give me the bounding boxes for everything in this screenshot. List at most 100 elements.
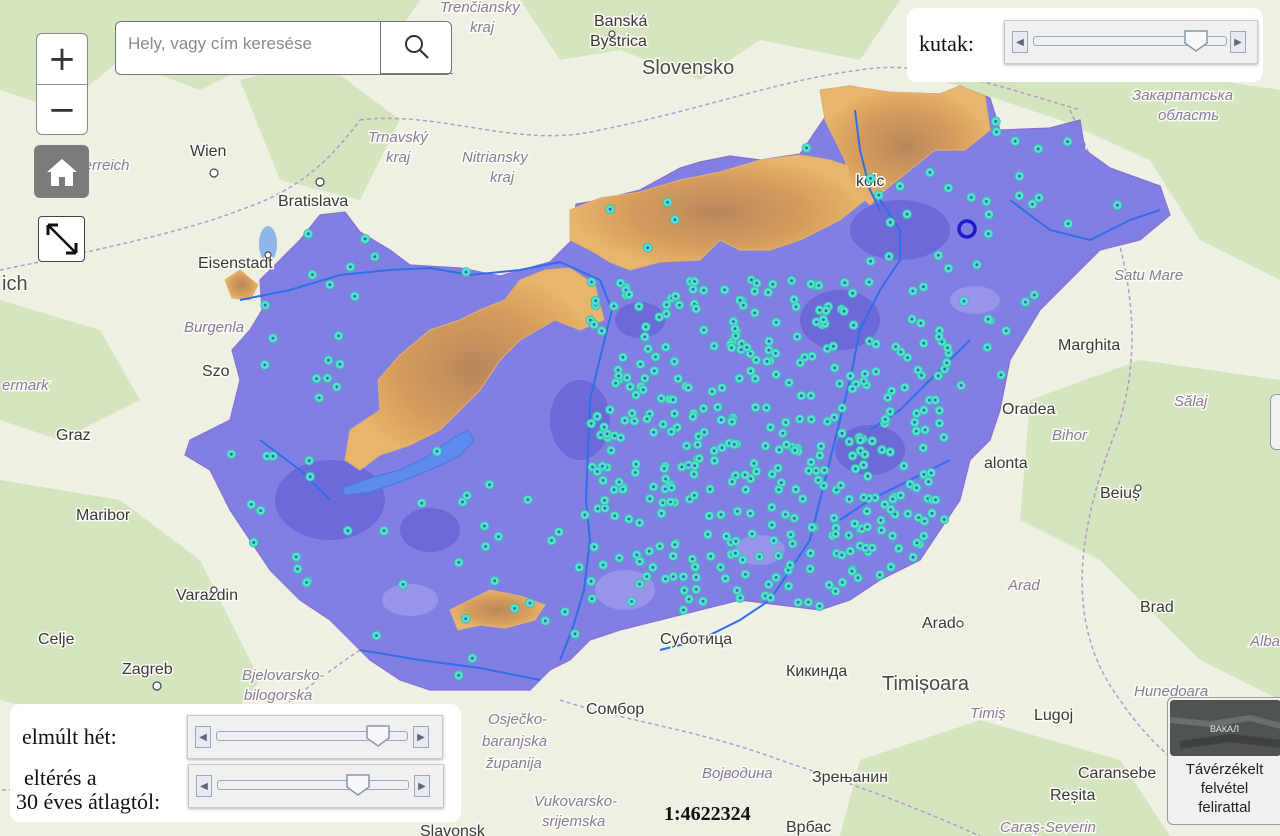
well-marker-center [936,253,940,257]
well-marker-center [863,453,867,456]
well-marker-center [317,396,321,400]
well-marker-center [719,418,723,422]
well-marker-center [573,632,577,636]
well-marker-center [880,448,884,452]
slider-thumb[interactable] [345,773,371,797]
well-marker-center [1024,300,1027,304]
deviation-slider[interactable]: ◀ ▶ [188,764,444,808]
well-marker-center [694,575,698,579]
well-marker-center [595,470,599,473]
well-marker-center [847,497,851,501]
well-marker-center [682,575,685,579]
well-marker-center [923,428,927,432]
well-marker-center [740,342,744,346]
well-marker-center [893,512,897,516]
well-marker-center [603,506,607,510]
well-marker-center [986,317,990,321]
slider-left-arrow-icon[interactable]: ◀ [1012,31,1028,53]
well-marker-center [833,366,836,370]
place-label: Кикинда [786,663,847,680]
zoom-in-button[interactable]: + [37,34,87,84]
slider-right-arrow-icon[interactable]: ▶ [413,726,429,748]
place-label: Trenčiansky [440,0,521,16]
well-marker-center [702,407,705,410]
well-marker-center [671,398,675,402]
slider-thumb[interactable] [1183,29,1209,53]
well-marker-center [784,513,787,516]
well-marker-center [723,288,726,292]
well-marker-center [903,386,907,389]
well-marker-center [947,186,950,190]
last-week-slider[interactable]: ◀ ▶ [187,715,443,759]
well-marker-center [867,280,871,284]
place-label: Vukovarsko- [534,793,617,810]
slider-left-arrow-icon[interactable]: ◀ [196,775,212,797]
well-marker-center [842,309,846,313]
well-marker-center [805,146,808,150]
well-marker-center [594,299,598,303]
well-marker-center [755,281,759,285]
well-marker-center [772,539,776,543]
well-marker-center [661,422,665,426]
slider-right-arrow-icon[interactable]: ▶ [1230,31,1246,53]
well-marker-center [326,376,329,380]
search-button[interactable] [380,21,453,74]
well-marker-center [682,589,686,592]
well-marker-center [616,368,620,372]
slider-left-arrow-icon[interactable]: ◀ [195,726,211,748]
side-panel-tab[interactable] [1270,394,1280,450]
well-marker-center [752,462,756,465]
fullscreen-button[interactable] [38,216,85,262]
well-marker-center [784,421,788,424]
well-marker-center [818,604,821,608]
well-marker-center [637,305,641,308]
well-marker-center [724,577,727,580]
well-marker-center [720,446,724,450]
well-marker-center [608,408,612,412]
search-input[interactable] [126,28,395,60]
well-marker-center [666,200,669,204]
well-marker-center [633,419,636,423]
search-box [115,21,453,75]
well-marker-center [938,329,941,332]
place-label: Slavonsk [420,823,486,836]
well-marker-center [641,388,645,392]
well-marker-center [765,406,768,410]
slider-right-arrow-icon[interactable]: ▶ [414,775,430,797]
well-marker-center [1018,174,1021,178]
well-marker-center [601,479,605,482]
well-marker-center [738,377,741,380]
well-marker-center [749,278,753,282]
well-marker-center [848,549,852,553]
home-button[interactable] [34,145,89,198]
well-marker-center [808,567,812,571]
place-label: kraj [386,149,411,166]
well-marker-center [915,411,918,415]
well-marker-center [851,291,854,295]
slider-thumb[interactable] [365,724,391,748]
deviation-label-line1: eltérés a [24,765,97,790]
well-marker-center [730,346,733,350]
well-marker-center [526,498,530,502]
zoom-out-button[interactable]: − [37,84,87,134]
place-label: Oradea [1002,401,1055,418]
place-label: Arad [922,615,956,632]
well-marker-center [994,120,998,123]
well-marker-center [753,290,757,293]
well-marker-center [296,567,299,571]
well-marker-center [373,255,377,259]
well-marker-center [815,320,818,324]
well-marker-center [550,539,553,542]
well-marker-center [898,184,902,188]
well-marker-center [691,287,695,291]
well-marker-center [648,497,652,501]
place-label: Osječko- [488,711,547,728]
basemap-switch[interactable]: ВАКАЛ Távérzékelt felvétel felirattal [1167,697,1280,825]
well-marker-center [605,432,609,436]
well-marker-center [789,533,793,536]
well-marker-center [877,193,881,197]
place-label: Varaždin [176,587,238,604]
wells-slider[interactable]: ◀ ▶ [1004,20,1258,64]
well-marker-center [744,488,747,491]
well-marker-center [774,373,778,376]
